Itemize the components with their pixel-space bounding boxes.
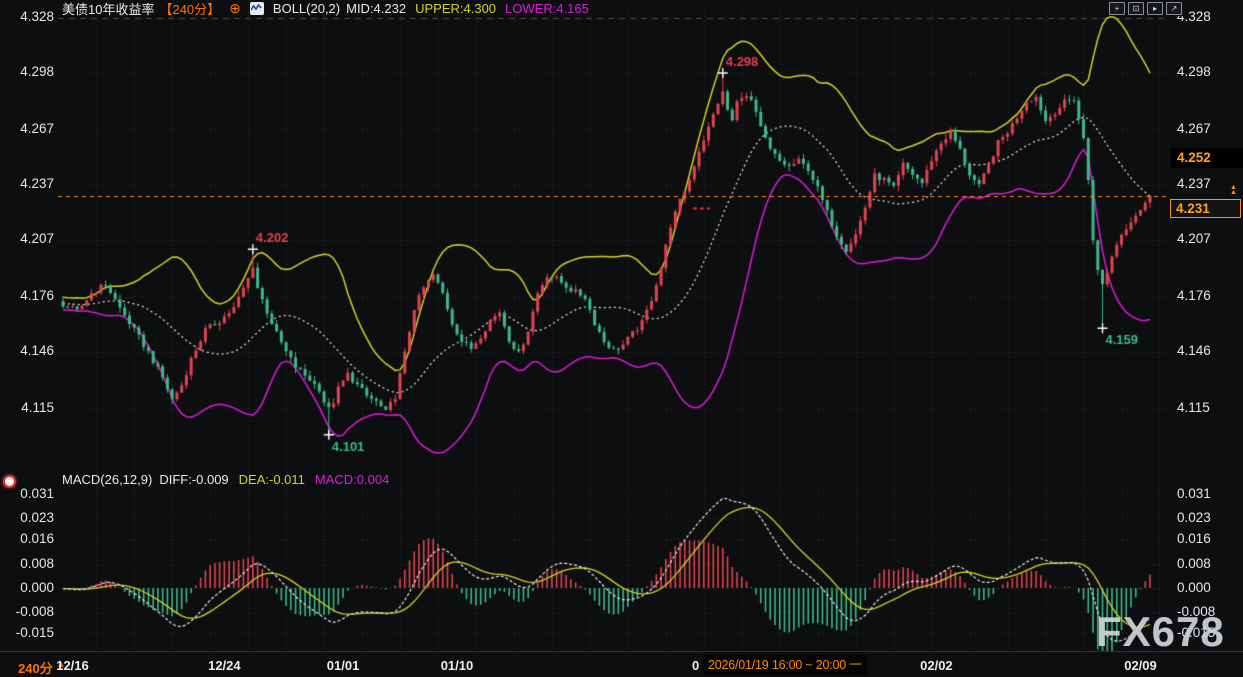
price-tick-label: 4.298 xyxy=(0,64,54,79)
price-tick-label: 4.267 xyxy=(1177,121,1211,136)
boll-label: BOLL(20,2) xyxy=(273,1,340,16)
macd-tick-label: 0.000 xyxy=(1177,580,1211,595)
macd-tick-label: 0.023 xyxy=(0,510,54,525)
boll-lower-value: LOWER:4.165 xyxy=(505,1,589,16)
date-label: 02/02 xyxy=(920,658,953,673)
pop-out-icon[interactable]: ↗ xyxy=(1166,2,1182,15)
macd-label: MACD(26,12,9) xyxy=(62,472,152,487)
price-tick-label: 4.115 xyxy=(1177,400,1210,415)
price-tick-label: 4.237 xyxy=(0,176,54,191)
price-tick-label: 4.146 xyxy=(0,343,54,358)
fit-pane-icon[interactable]: ⊡ xyxy=(1128,2,1144,15)
timeframe-tag[interactable]: 【240分】 xyxy=(159,0,220,18)
time-axis: 240分 ▲ 12/1612/2401/0101/1002/0202/09 0 … xyxy=(0,651,1243,677)
next-pane-icon[interactable]: ▸ xyxy=(1147,2,1163,15)
current-price-tag: 4.231 xyxy=(1170,199,1241,218)
chart-canvas[interactable] xyxy=(0,0,1243,677)
price-tick-label: 4.207 xyxy=(1177,231,1211,246)
date-range-tooltip: 2026/01/19 16:00 ~ 20:00 一 xyxy=(703,655,867,675)
date-label: 01/01 xyxy=(327,658,360,673)
date-label-partial: 0 xyxy=(692,658,699,673)
price-marker-icon: ▲▲ xyxy=(1230,185,1237,195)
date-label: 12/24 xyxy=(208,658,241,673)
price-tick-label: 4.176 xyxy=(0,288,54,303)
macd-tick-label: 0.031 xyxy=(1177,486,1211,501)
macd-tick-label: 0.016 xyxy=(1177,531,1211,546)
alert-dot-icon xyxy=(3,475,16,488)
macd-tick-label: 0.023 xyxy=(1177,510,1211,525)
date-label: 12/16 xyxy=(56,658,89,673)
price-tick-label: 4.328 xyxy=(0,9,54,24)
timeframe-footer[interactable]: 240分 xyxy=(18,658,53,677)
price-tick-label: 4.207 xyxy=(0,231,54,246)
price-tick-label: 4.267 xyxy=(0,121,54,136)
add-indicator-icon[interactable]: ⊕ xyxy=(229,2,241,15)
macd-tick-label: 0.008 xyxy=(0,556,54,571)
date-label: 02/09 xyxy=(1124,658,1157,673)
boll-upper-value: UPPER:4.300 xyxy=(415,1,496,16)
main-chart-legend: 美债10年收益率 【240分】 ⊕ BOLL(20,2) MID:4.232 U… xyxy=(62,0,589,16)
macd-dea-value: DEA:-0.011 xyxy=(239,472,305,487)
price-tick-label: 4.176 xyxy=(1177,288,1211,303)
macd-tick-label: 0.031 xyxy=(0,486,54,501)
chart-toolbar: + ⊡ ▸ ↗ xyxy=(1106,1,1185,16)
price-tick-label: 4.298 xyxy=(1177,64,1211,79)
boll-mid-value: MID:4.232 xyxy=(346,1,406,16)
high-price-tag: 4.252 xyxy=(1171,148,1243,168)
price-tick-label: 4.146 xyxy=(1177,343,1211,358)
macd-legend: MACD(26,12,9) DIFF:-0.009 DEA:-0.011 MAC… xyxy=(62,472,389,487)
macd-value: MACD:0.004 xyxy=(315,472,389,487)
date-label: 01/10 xyxy=(441,658,474,673)
macd-tick-label: 0.016 xyxy=(0,531,54,546)
price-tick-label: 4.237 xyxy=(1177,176,1211,191)
macd-tick-label: 0.000 xyxy=(0,580,54,595)
chart-window: 美债10年收益率 【240分】 ⊕ BOLL(20,2) MID:4.232 U… xyxy=(0,0,1243,677)
watermark: FX678 xyxy=(1096,608,1225,656)
macd-diff-value: DIFF:-0.009 xyxy=(159,472,228,487)
price-tick-label: 4.115 xyxy=(0,400,54,415)
chart-type-icon[interactable] xyxy=(250,2,264,15)
macd-tick-label: -0.015 xyxy=(0,625,54,640)
macd-tick-label: -0.008 xyxy=(0,604,54,619)
chart-title: 美债10年收益率 xyxy=(62,0,154,18)
macd-tick-label: 0.008 xyxy=(1177,556,1211,571)
move-tool-icon[interactable]: + xyxy=(1109,2,1125,15)
